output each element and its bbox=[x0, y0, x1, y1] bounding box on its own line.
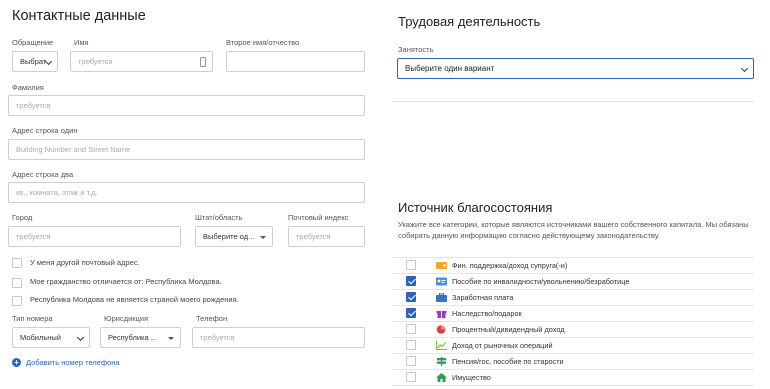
wealth-item-label: Заработная плата bbox=[452, 293, 514, 302]
zip-label: Почтовый индекс bbox=[288, 213, 349, 222]
wealth-item-dividends[interactable]: Процентный/дивидендный доход bbox=[392, 322, 754, 338]
phone-type-value: Мобильный bbox=[20, 333, 61, 342]
occupation-select[interactable]: Выберите один вариант bbox=[397, 58, 754, 79]
phone-label: Телефон bbox=[196, 314, 228, 323]
chevron-down-icon bbox=[76, 333, 85, 342]
add-phone-link[interactable]: + Добавить номер телефона bbox=[12, 357, 120, 367]
wealth-item-label: Пособие по инвалидности/увольнению/безра… bbox=[452, 277, 630, 286]
address1-field[interactable]: Building Number and Street Name bbox=[8, 139, 365, 160]
wealth-item-label: Процентный/дивидендный доход bbox=[452, 325, 565, 334]
phone-placeholder: требуется bbox=[200, 333, 235, 342]
wealth-description: Укажите все категории, которые являются … bbox=[398, 220, 749, 240]
wealth-item-label: Наследство/подарок bbox=[452, 309, 522, 318]
address2-field[interactable]: кв., комната, этаж и т.д. bbox=[8, 182, 365, 203]
caret-down-icon bbox=[168, 337, 174, 340]
last-name-field[interactable]: требуется bbox=[8, 95, 365, 116]
address2-placeholder: кв., комната, этаж и т.д. bbox=[16, 188, 98, 197]
zip-placeholder: требуется bbox=[296, 232, 331, 241]
salutation-label: Обращение bbox=[12, 38, 54, 47]
wealth-checkbox[interactable] bbox=[406, 340, 416, 350]
wealth-item-label: Доход от рыночных операций bbox=[452, 341, 553, 350]
jurisdiction-label: Юрисдикция bbox=[104, 314, 149, 323]
first-name-placeholder: требуется bbox=[78, 57, 113, 66]
house-icon bbox=[436, 373, 447, 382]
wealth-item-spouse[interactable]: Фин. поддержка/доход супруга(-и) bbox=[392, 258, 754, 274]
jurisdiction-value: Республика ... bbox=[108, 333, 157, 342]
pie-chart-icon bbox=[436, 325, 446, 334]
middle-name-label: Второе имя/отчество bbox=[226, 38, 300, 47]
contact-section-title: Контактные данные bbox=[12, 8, 146, 24]
wealth-item-inheritance[interactable]: Наследство/подарок bbox=[392, 306, 754, 322]
wealth-checkbox[interactable] bbox=[406, 372, 416, 382]
address2-label: Адрес строка два bbox=[12, 170, 74, 179]
phone-type-label: Тип номера bbox=[12, 314, 53, 323]
other-address-checkbox[interactable] bbox=[12, 258, 22, 268]
wealth-item-label: Фин. поддержка/доход супруга(-и) bbox=[452, 261, 568, 270]
id-card-icon bbox=[436, 277, 447, 286]
occupation-value: Выберите один вариант bbox=[405, 64, 495, 73]
wealth-checkbox[interactable] bbox=[406, 276, 416, 286]
wealth-item-salary[interactable]: Заработная плата bbox=[392, 290, 754, 306]
first-name-label: Имя bbox=[74, 38, 89, 47]
other-address-label: У меня другой почтовый адрес. bbox=[30, 258, 140, 267]
wealth-item-pension[interactable]: Пенсия/гос. пособие по старости bbox=[392, 354, 754, 370]
city-field[interactable]: требуется bbox=[8, 226, 181, 247]
city-label: Город bbox=[12, 213, 33, 222]
wealth-item-property[interactable]: Имущество bbox=[392, 370, 754, 386]
gift-icon bbox=[436, 311, 447, 318]
employment-section-title: Трудовая деятельность bbox=[398, 14, 541, 29]
citizenship-checkbox[interactable] bbox=[12, 278, 22, 288]
wealth-checkbox[interactable] bbox=[406, 292, 416, 302]
jurisdiction-select[interactable]: Республика ... bbox=[100, 327, 181, 348]
wealth-section-title: Источник благосостояния bbox=[398, 200, 553, 215]
last-name-placeholder: требуется bbox=[16, 101, 51, 110]
salutation-select[interactable]: Выбрат bbox=[12, 51, 58, 72]
section-divider bbox=[392, 101, 754, 102]
wealth-checkbox[interactable] bbox=[406, 356, 416, 366]
birthplace-label: Республика Молдова не является страной м… bbox=[30, 295, 239, 304]
phone-type-select[interactable]: Мобильный bbox=[12, 327, 90, 348]
wealth-item-label: Пенсия/гос. пособие по старости bbox=[452, 357, 564, 366]
wealth-item-benefits[interactable]: Пособие по инвалидности/увольнению/безра… bbox=[392, 274, 754, 290]
contact-card-icon bbox=[200, 57, 206, 67]
state-select[interactable]: Выберите од... bbox=[195, 226, 273, 247]
wealth-checkbox[interactable] bbox=[406, 308, 416, 318]
address1-placeholder: Building Number and Street Name bbox=[16, 145, 131, 154]
birthplace-checkbox[interactable] bbox=[12, 296, 22, 306]
occupation-label: Занятость bbox=[398, 45, 434, 54]
briefcase-icon bbox=[436, 293, 447, 302]
add-phone-label: Добавить номер телефона bbox=[26, 357, 120, 367]
wealth-item-market[interactable]: Доход от рыночных операций bbox=[392, 338, 754, 354]
wallet-icon bbox=[436, 262, 447, 269]
salutation-value: Выбрат bbox=[20, 57, 47, 66]
citizenship-label: Мое гражданство отличается от: Республик… bbox=[30, 277, 222, 286]
address1-label: Адрес строка один bbox=[12, 126, 78, 135]
state-value: Выберите од... bbox=[203, 232, 255, 241]
caret-down-icon bbox=[260, 236, 266, 239]
wealth-item-label: Имущество bbox=[452, 373, 491, 382]
city-placeholder: требуется bbox=[16, 232, 51, 241]
plus-circle-icon: + bbox=[12, 357, 21, 367]
phone-field[interactable]: требуется bbox=[192, 327, 365, 348]
chevron-down-icon bbox=[740, 64, 749, 73]
zip-field[interactable]: требуется bbox=[288, 226, 365, 247]
state-label: Штат/область bbox=[195, 213, 243, 222]
wealth-checkbox[interactable] bbox=[406, 324, 416, 334]
wealth-checkbox[interactable] bbox=[406, 260, 416, 270]
line-chart-icon bbox=[436, 341, 447, 350]
signpost-icon bbox=[436, 357, 447, 366]
first-name-field[interactable]: требуется bbox=[70, 51, 213, 72]
middle-name-field[interactable] bbox=[226, 51, 365, 72]
last-name-label: Фамилия bbox=[12, 83, 44, 92]
